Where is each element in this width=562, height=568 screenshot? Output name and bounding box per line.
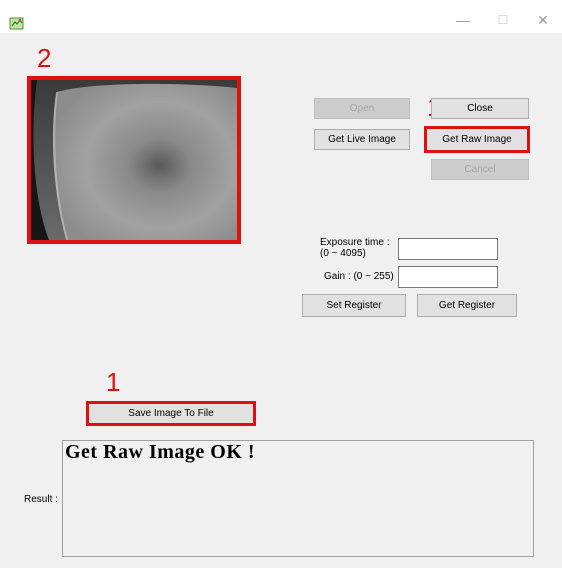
result-textbox[interactable]: Get Raw Image OK ! — [62, 440, 534, 557]
maximize-button[interactable]: ☐ — [483, 7, 523, 33]
exposure-time-label-line2: (0 ~ 4095) — [320, 248, 366, 259]
annotation-number-save: 1 — [106, 367, 121, 397]
set-register-button[interactable]: Set Register — [302, 294, 406, 317]
close-window-button[interactable]: ✕ — [523, 7, 562, 33]
result-text: Get Raw Image OK ! — [65, 441, 256, 463]
app-icon — [9, 17, 24, 30]
exposure-time-input[interactable] — [398, 238, 498, 260]
exposure-time-label-line1: Exposure time : — [320, 237, 390, 248]
minimize-button[interactable]: — — [443, 7, 483, 33]
gain-label: Gain : (0 ~ 255) — [324, 271, 394, 282]
save-image-to-file-button[interactable]: Save Image To File — [86, 401, 256, 426]
get-raw-image-button[interactable]: Get Raw Image — [424, 126, 530, 153]
top-strip — [0, 0, 562, 7]
annotation-number-preview: 2 — [37, 43, 52, 73]
gain-input[interactable] — [398, 266, 498, 288]
image-preview — [27, 76, 241, 244]
open-button[interactable]: Open — [314, 98, 410, 119]
exposure-time-label: Exposure time : (0 ~ 4095) — [320, 237, 389, 259]
get-live-image-button[interactable]: Get Live Image — [314, 129, 410, 150]
camera-image — [31, 80, 237, 240]
get-register-button[interactable]: Get Register — [417, 294, 517, 317]
result-label: Result : — [24, 494, 58, 505]
cancel-button[interactable]: Cancel — [431, 159, 529, 180]
close-button[interactable]: Close — [431, 98, 529, 119]
